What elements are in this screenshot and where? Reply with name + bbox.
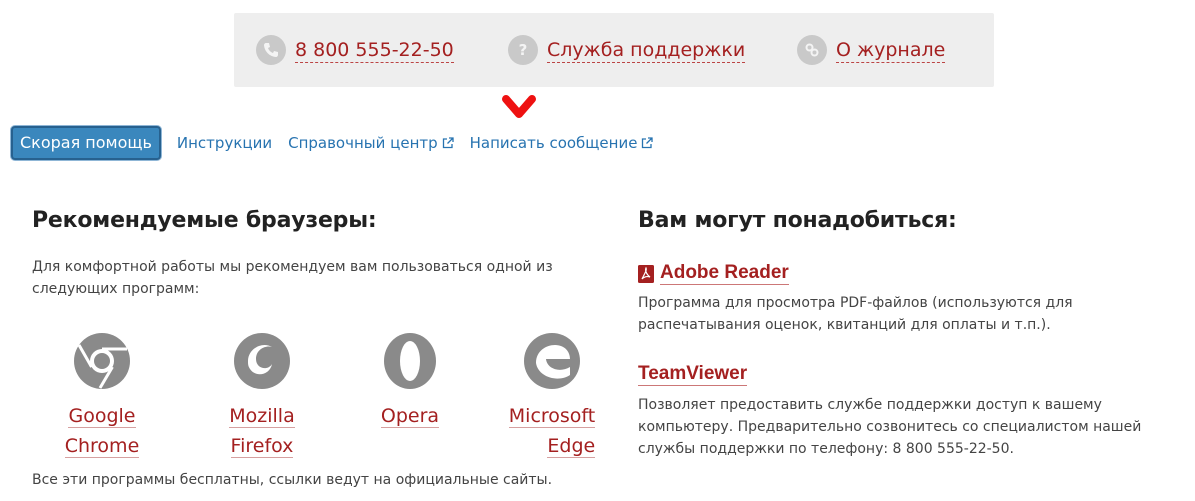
phone-item[interactable]: 8 800 555-22-50 bbox=[256, 35, 454, 65]
external-link-icon bbox=[442, 137, 454, 149]
opera-name-line1: Opera bbox=[380, 405, 440, 428]
tab-label: Справочный центр bbox=[288, 134, 438, 152]
edge-name-line1: Microsoft bbox=[508, 405, 596, 428]
browsers-intro: Для комфортной работы мы рекомендуем вам… bbox=[32, 256, 553, 300]
browsers-title: Рекомендуемые браузеры: bbox=[32, 208, 377, 233]
teamviewer-desc-line1: Позволяет предоставить службе поддержки … bbox=[638, 397, 1102, 413]
browsers-intro-line1: Для комфортной работы мы рекомендуем вам… bbox=[32, 259, 553, 275]
chrome-link[interactable]: Google Chrome bbox=[64, 401, 140, 461]
pdf-icon bbox=[638, 264, 654, 283]
teamviewer-title: TeamViewer bbox=[638, 363, 748, 386]
browser-chrome[interactable]: Google Chrome bbox=[37, 331, 167, 461]
tab-label: Инструкции bbox=[176, 134, 273, 152]
browser-edge[interactable]: Microsoft Edge bbox=[487, 331, 617, 461]
adobe-reader-link[interactable]: Adobe Reader bbox=[638, 262, 789, 285]
teamviewer-desc: Позволяет предоставить службе поддержки … bbox=[638, 394, 1141, 460]
edge-link[interactable]: Microsoft Edge bbox=[508, 401, 596, 461]
link-icon bbox=[797, 35, 827, 65]
firefox-link[interactable]: Mozilla Firefox bbox=[229, 401, 295, 461]
question-icon: ? bbox=[508, 35, 538, 65]
teamviewer-desc-line3: службы поддержки по телефону: 8 800 555-… bbox=[638, 441, 1014, 457]
about-item[interactable]: О журнале bbox=[797, 35, 946, 65]
tab-label: Написать сообщение bbox=[469, 134, 638, 152]
chrome-name-line2: Chrome bbox=[64, 435, 140, 458]
contact-bar: 8 800 555-22-50 ? Служба поддержки О жур… bbox=[234, 13, 994, 87]
arrow-down-icon bbox=[502, 95, 536, 118]
phone-icon bbox=[256, 35, 286, 65]
browsers-footer: Все эти программы бесплатны, ссылки веду… bbox=[32, 472, 553, 488]
browser-opera[interactable]: Opera bbox=[345, 331, 475, 431]
resources-title: Вам могут понадобиться: bbox=[638, 208, 957, 233]
chrome-icon bbox=[74, 333, 130, 389]
teamviewer-desc-line2: компьютеру. Предварительно созвонитесь с… bbox=[638, 419, 1142, 435]
tab-help-center[interactable]: Справочный центр bbox=[288, 134, 454, 152]
opera-icon bbox=[384, 333, 436, 389]
support-link[interactable]: Служба поддержки bbox=[547, 38, 746, 63]
firefox-name-line2: Firefox bbox=[230, 435, 294, 458]
phone-link[interactable]: 8 800 555-22-50 bbox=[295, 38, 454, 63]
help-tabs: Скорая помощь Инструкции Справочный цент… bbox=[11, 126, 654, 160]
support-item[interactable]: ? Служба поддержки bbox=[508, 35, 746, 65]
browsers-intro-line2: следующих программ: bbox=[32, 281, 200, 297]
adobe-desc-line2: распечатывания оценок, квитанций для опл… bbox=[638, 317, 1051, 333]
tab-write-message[interactable]: Написать сообщение bbox=[470, 134, 654, 152]
edge-icon bbox=[524, 333, 580, 389]
adobe-desc-line1: Программа для просмотра PDF-файлов (испо… bbox=[638, 295, 1073, 311]
firefox-name-line1: Mozilla bbox=[229, 405, 295, 428]
adobe-reader-title: Adobe Reader bbox=[660, 262, 789, 285]
tab-first-aid[interactable]: Скорая помощь bbox=[11, 126, 161, 160]
firefox-icon bbox=[234, 333, 290, 389]
chrome-name-line1: Google bbox=[68, 405, 136, 428]
about-link[interactable]: О журнале bbox=[836, 38, 946, 63]
adobe-reader-desc: Программа для просмотра PDF-файлов (испо… bbox=[638, 292, 1073, 336]
edge-name-line2: Edge bbox=[547, 435, 596, 458]
external-link-icon bbox=[642, 137, 654, 149]
opera-link[interactable]: Opera bbox=[380, 401, 440, 431]
teamviewer-link[interactable]: TeamViewer bbox=[638, 363, 748, 386]
browser-firefox[interactable]: Mozilla Firefox bbox=[197, 331, 327, 461]
tab-instructions[interactable]: Инструкции bbox=[177, 134, 272, 152]
